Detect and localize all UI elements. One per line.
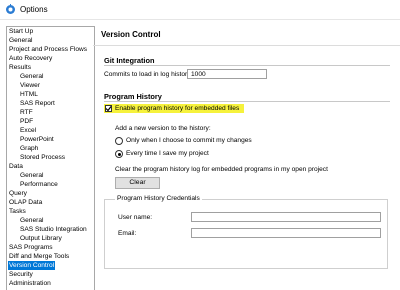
commits-input[interactable]: [187, 69, 267, 79]
program-history-heading: Program History: [104, 92, 162, 101]
nav-item[interactable]: PDF: [19, 117, 34, 126]
radio-selected-dot: [117, 152, 121, 156]
nav-item[interactable]: HTML: [19, 90, 39, 99]
nav-item[interactable]: Viewer: [19, 81, 41, 90]
options-content-panel: Version Control Git Integration Commits …: [93, 19, 400, 289]
nav-item[interactable]: Auto Recovery: [8, 54, 53, 63]
nav-item[interactable]: RTF: [19, 108, 34, 117]
git-integration-divider: [104, 65, 390, 66]
nav-item[interactable]: Query: [8, 189, 28, 198]
nav-item[interactable]: Excel: [19, 126, 37, 135]
add-version-label: Add a new version to the history:: [115, 125, 211, 132]
radio-commit[interactable]: [115, 137, 123, 145]
enable-history-label: Enable program history for embedded file…: [115, 105, 240, 112]
title-bar: Options: [0, 0, 400, 20]
nav-item[interactable]: PowerPoint: [19, 135, 55, 144]
window-title: Options: [20, 5, 48, 14]
nav-item[interactable]: General: [19, 171, 44, 180]
nav-item[interactable]: Version Control: [8, 261, 56, 270]
radio-save[interactable]: [115, 150, 123, 158]
clear-button[interactable]: Clear: [115, 177, 160, 189]
user-name-label: User name:: [118, 214, 153, 221]
user-name-input[interactable]: [191, 212, 381, 222]
nav-item[interactable]: Administration: [8, 279, 52, 288]
nav-item[interactable]: Project and Process Flows: [8, 45, 88, 54]
nav-item[interactable]: General: [19, 216, 44, 225]
nav-item[interactable]: General: [8, 36, 33, 45]
program-history-divider: [104, 101, 390, 102]
nav-item[interactable]: Start Up: [8, 27, 34, 36]
nav-item[interactable]: Results: [8, 63, 32, 72]
email-label: Email:: [118, 230, 137, 237]
page-title: Version Control: [101, 30, 161, 39]
page-title-divider: [93, 45, 400, 46]
email-input[interactable]: [191, 228, 381, 238]
credentials-group-label: Program History Credentials: [115, 195, 202, 202]
nav-item[interactable]: Diff and Merge Tools: [8, 252, 70, 261]
nav-item[interactable]: SAS Report: [19, 99, 56, 108]
commits-label: Commits to load in log history:: [104, 71, 193, 78]
nav-item[interactable]: General: [19, 72, 44, 81]
git-integration-heading: Git Integration: [104, 56, 155, 65]
nav-item[interactable]: SAS Programs: [8, 243, 54, 252]
nav-item[interactable]: Data: [8, 162, 24, 171]
radio-save-label: Every time I save my project: [126, 150, 209, 157]
nav-item[interactable]: Graph: [19, 144, 39, 153]
nav-item[interactable]: OLAP Data: [8, 198, 43, 207]
clear-description: Clear the program history log for embedd…: [115, 166, 328, 173]
radio-commit-label: Only when I choose to commit my changes: [126, 137, 252, 144]
nav-item[interactable]: Performance: [19, 180, 59, 189]
nav-item[interactable]: SAS Studio Integration: [19, 225, 88, 234]
enable-history-checkbox[interactable]: [105, 105, 112, 112]
checkmark-icon: [105, 106, 112, 112]
options-gear-icon: [6, 4, 15, 14]
nav-item[interactable]: Output Library: [19, 234, 63, 243]
nav-item[interactable]: Tasks: [8, 207, 27, 216]
nav-item[interactable]: Security: [8, 270, 34, 279]
options-nav-tree[interactable]: Start Up General Project and Process Flows…: [6, 26, 95, 290]
nav-item[interactable]: Stored Process: [19, 153, 66, 162]
